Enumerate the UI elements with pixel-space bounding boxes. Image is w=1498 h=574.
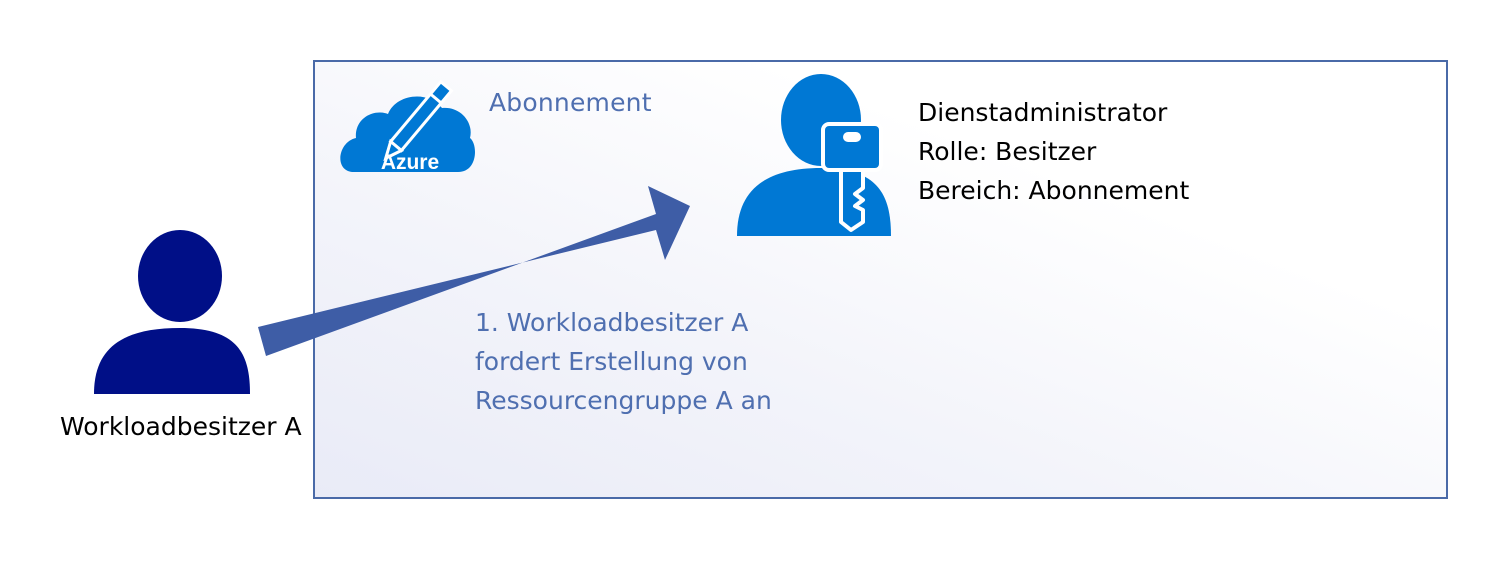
request-line-1: 1. Workloadbesitzer A — [475, 308, 749, 337]
request-text: 1. Workloadbesitzer A fordert Erstellung… — [475, 303, 772, 420]
user-icon — [94, 230, 250, 394]
diagram-canvas: Azure Abonnement Dienstadministrator Rol… — [0, 0, 1498, 574]
request-line-2: fordert Erstellung von — [475, 347, 748, 376]
request-line-3: Ressourcengruppe A an — [475, 386, 772, 415]
owner-label: Workloadbesitzer A — [60, 412, 302, 441]
